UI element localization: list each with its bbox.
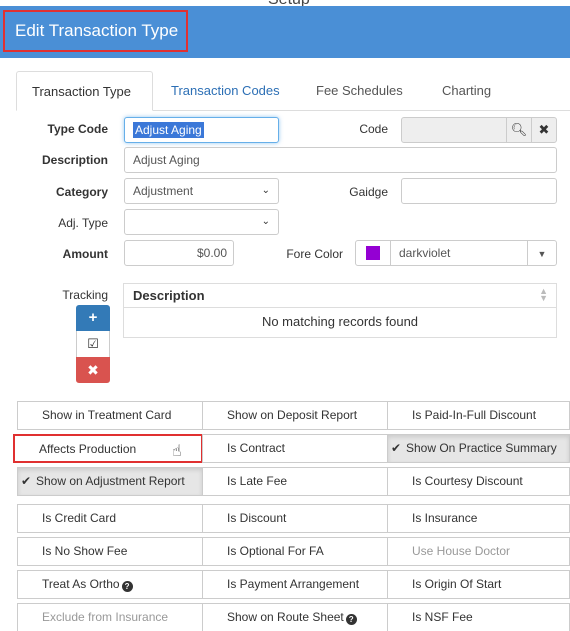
empty-message: No matching records found	[261, 314, 419, 329]
fore-color-label: Fore Color	[286, 247, 343, 261]
close-icon: ✖	[538, 122, 550, 137]
option-is-payment-arrangement[interactable]: Is Payment Arrangement	[202, 570, 388, 599]
option-use-house-doctor[interactable]: Use House Doctor	[387, 537, 570, 566]
tab-transaction-codes[interactable]: Transaction Codes	[171, 71, 280, 111]
search-icon: 🔍︎	[510, 122, 528, 137]
code-search-button[interactable]: 🔍︎	[506, 117, 532, 143]
tracking-table-header[interactable]: Description ▲ ▼	[124, 284, 556, 308]
close-icon: ✖	[87, 362, 99, 378]
hand-cursor-icon: ☝	[172, 443, 182, 460]
amount-label: Amount	[62, 247, 108, 261]
adj-type-select[interactable]: ⌄	[124, 209, 279, 235]
fore-color-input[interactable]: darkviolet	[390, 240, 528, 266]
modal-title: Edit Transaction Type	[3, 10, 188, 52]
option-show-on-deposit-report[interactable]: Show on Deposit Report	[202, 401, 388, 430]
fore-color-dropdown-button[interactable]: ▼	[527, 240, 557, 266]
option-is-origin-of-start[interactable]: Is Origin Of Start	[387, 570, 570, 599]
category-value: Adjustment	[133, 184, 194, 198]
tracking-table: Description ▲ ▼ No matching records found	[123, 283, 557, 338]
fore-color-swatch-box[interactable]	[355, 240, 391, 266]
option-show-on-adjustment-report[interactable]: ✔ Show on Adjustment Report	[17, 467, 203, 496]
description-label: Description	[41, 153, 108, 167]
code-label: Code	[359, 122, 388, 136]
option-is-optional-for-fa[interactable]: Is Optional For FA	[202, 537, 388, 566]
option-is-discount[interactable]: Is Discount	[202, 504, 388, 533]
description-input[interactable]: Adjust Aging	[124, 147, 557, 173]
tab-bar: Transaction Type Transaction Codes Fee S…	[16, 71, 570, 111]
code-clear-button[interactable]: ✖	[531, 117, 557, 143]
type-code-input[interactable]: Adjust Aging	[124, 117, 279, 143]
option-treat-as-ortho[interactable]: Treat As Ortho?	[17, 570, 203, 599]
tab-fee-schedules[interactable]: Fee Schedules	[316, 71, 403, 111]
check-icon: ✔	[21, 474, 32, 488]
color-swatch	[366, 246, 380, 260]
option-is-late-fee[interactable]: Is Late Fee	[202, 467, 388, 496]
option-show-in-treatment-card[interactable]: Show in Treatment Card	[17, 401, 203, 430]
add-tracking-button[interactable]: +	[76, 305, 110, 331]
category-label: Category	[55, 185, 108, 199]
gaidge-input[interactable]	[401, 178, 557, 204]
category-select[interactable]: Adjustment ⌄	[124, 178, 279, 204]
option-is-nsf-fee[interactable]: Is NSF Fee	[387, 603, 570, 631]
modal-header: Edit Transaction Type	[0, 6, 570, 58]
gaidge-label: Gaidge	[349, 185, 388, 199]
option-exclude-from-insurance[interactable]: Exclude from Insurance	[17, 603, 203, 631]
caret-down-icon: ▼	[537, 249, 547, 259]
chevron-down-icon: ⌄	[261, 216, 270, 227]
option-show-on-practice-summary[interactable]: ✔ Show On Practice Summary	[387, 434, 570, 463]
option-is-paid-in-full-discount[interactable]: Is Paid-In-Full Discount	[387, 401, 570, 430]
delete-tracking-button[interactable]: ✖	[76, 357, 110, 383]
help-icon[interactable]: ?	[121, 581, 133, 592]
sort-icon: ▲ ▼	[539, 286, 548, 303]
tab-charting[interactable]: Charting	[442, 71, 491, 111]
option-show-on-route-sheet[interactable]: Show on Route Sheet?	[202, 603, 388, 631]
type-code-label: Type Code	[47, 122, 108, 136]
type-code-value: Adjust Aging	[133, 122, 204, 138]
edit-icon: ☑	[87, 336, 99, 351]
help-icon[interactable]: ?	[345, 614, 357, 625]
adj-type-label: Adj. Type	[58, 216, 108, 230]
option-is-courtesy-discount[interactable]: Is Courtesy Discount	[387, 467, 570, 496]
option-is-credit-card[interactable]: Is Credit Card	[17, 504, 203, 533]
check-icon: ✔	[391, 441, 402, 455]
code-input[interactable]	[401, 117, 507, 143]
amount-input[interactable]: $0.00	[124, 240, 234, 266]
tab-transaction-type[interactable]: Transaction Type	[16, 71, 153, 111]
edit-tracking-button[interactable]: ☑	[76, 331, 110, 357]
column-header-description: Description	[133, 288, 205, 303]
plus-icon: +	[88, 309, 98, 326]
option-is-insurance[interactable]: Is Insurance	[387, 504, 570, 533]
option-is-contract[interactable]: Is Contract	[202, 434, 388, 463]
tracking-label: Tracking	[62, 288, 108, 302]
chevron-down-icon: ⌄	[261, 185, 270, 196]
option-is-no-show-fee[interactable]: Is No Show Fee	[17, 537, 203, 566]
